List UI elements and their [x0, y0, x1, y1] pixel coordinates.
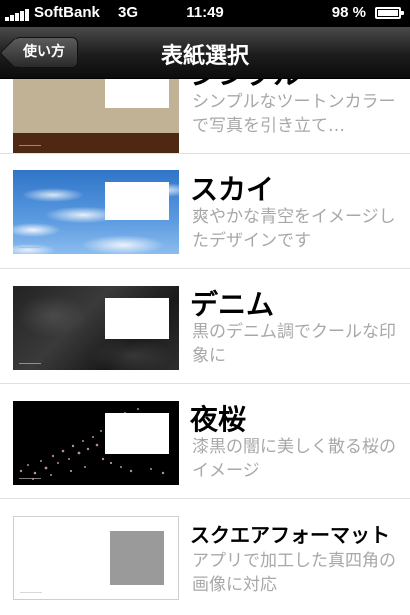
cover-description: 爽やかな青空をイメージしたデザインです	[192, 207, 396, 251]
navigation-bar: 使い方 表紙選択	[0, 27, 410, 79]
cover-item-simple[interactable]: シンプル シンプルなツートンカラーで写真を引き立て…	[0, 79, 410, 154]
cover-title: 夜桜	[190, 403, 247, 436]
cover-description: 漆黒の闇に美しく散る桜のイメージ	[192, 437, 396, 481]
battery-icon	[375, 7, 404, 19]
cover-item-yozakura[interactable]: 夜桜 漆黒の闇に美しく散る桜のイメージ	[0, 384, 410, 499]
cover-thumbnail-sky	[13, 170, 179, 254]
back-button[interactable]: 使い方	[14, 37, 78, 68]
battery-percentage: 98 %	[331, 4, 366, 21]
cover-item-sky[interactable]: スカイ 爽やかな青空をイメージしたデザインです	[0, 154, 410, 269]
cover-title: スカイ	[190, 173, 275, 206]
cover-description: 黒のデニム調でクールな印象に	[192, 322, 396, 366]
cover-list[interactable]: シンプル シンプルなツートンカラーで写真を引き立て… スカイ 爽やかな青空をイメ…	[0, 79, 410, 615]
cover-thumbnail-denim	[13, 286, 179, 370]
cover-title: スクエアフォーマット	[190, 523, 390, 547]
cover-thumbnail-yozakura	[13, 401, 179, 485]
cover-description: アプリで加工した真四角の画像に対応	[192, 551, 396, 595]
cover-title: デニム	[190, 288, 275, 321]
cover-item-square-format[interactable]: スクエアフォーマット アプリで加工した真四角の画像に対応	[0, 499, 410, 614]
page-title: 表紙選択	[160, 44, 249, 69]
cover-thumbnail-square	[13, 516, 179, 600]
back-button-label: 使い方	[23, 44, 65, 60]
cover-item-denim[interactable]: デニム 黒のデニム調でクールな印象に	[0, 269, 410, 384]
cover-description: シンプルなツートンカラーで写真を引き立て…	[192, 92, 396, 136]
cover-thumbnail-simple	[13, 79, 179, 153]
status-bar: SoftBank 3G 11:49 98 %	[0, 0, 410, 27]
